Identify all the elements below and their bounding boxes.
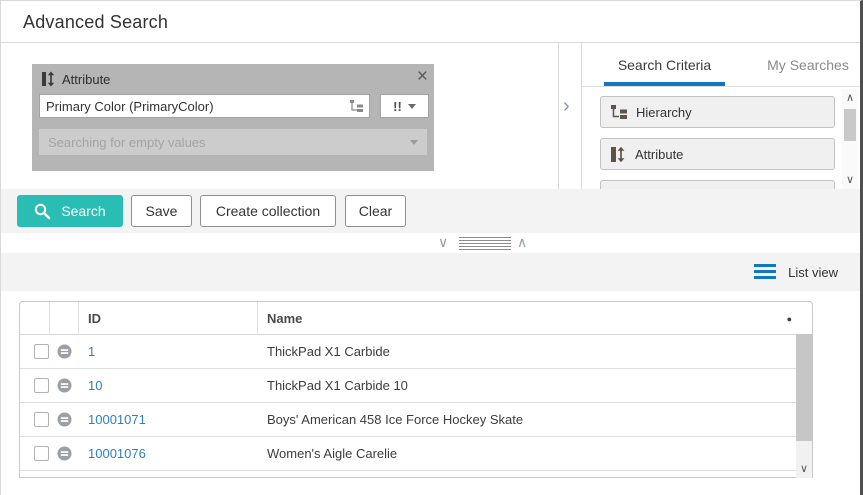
row-name: Boys' American 458 Ice Force Hockey Skat… (258, 412, 812, 427)
table-row[interactable]: 1 ThickPad X1 Carbide (20, 335, 812, 369)
table-row[interactable]: 10 ThickPad X1 Carbide 10 (20, 369, 812, 403)
search-criteria-panel: Search Criteria My Searches Hierarchy (581, 43, 860, 189)
list-view-icon[interactable] (754, 264, 776, 279)
tab-label: My Searches (767, 57, 849, 73)
criteria-button-label: Attribute (635, 147, 683, 162)
results-area: ID Name ● 1 ThickPad X1 Carbide 10 Thick… (1, 291, 860, 495)
entity-icon (57, 412, 72, 427)
create-collection-button[interactable]: Create collection (200, 195, 336, 227)
panel-splitter: ∨ ∧ (1, 233, 860, 253)
criteria-input-row: Primary Color (PrimaryColor) !! (32, 94, 434, 118)
header-id[interactable]: ID (79, 302, 258, 334)
attribute-icon (42, 71, 56, 87)
sort-indicator-icon[interactable]: ● (787, 314, 792, 324)
save-button[interactable]: Save (131, 195, 192, 227)
tab-search-criteria[interactable]: Search Criteria (604, 43, 725, 86)
attribute-criteria-card: Attribute × Primary Color (PrimaryColor) (32, 64, 434, 171)
row-name: ThickPad X1 Carbide (258, 344, 812, 359)
value-dropdown-disabled[interactable]: Searching for empty values (39, 129, 427, 155)
row-checkbox[interactable] (34, 412, 49, 427)
collapse-up-icon[interactable]: ∧ (517, 234, 527, 251)
entity-icon (57, 344, 72, 359)
save-button-label: Save (146, 203, 178, 219)
criteria-button-label: Hierarchy (636, 105, 692, 120)
table-row[interactable]: 10001077 Children's Kelty Minnow (20, 471, 812, 478)
results-table: ID Name ● 1 ThickPad X1 Carbide 10 Thick… (19, 301, 813, 478)
splitter-grip[interactable] (459, 237, 511, 250)
search-button[interactable]: Search (17, 195, 123, 227)
criteria-button-hierarchy[interactable]: Hierarchy (600, 96, 835, 128)
tab-my-searches[interactable]: My Searches (765, 43, 851, 86)
panel-tabs: Search Criteria My Searches (582, 43, 860, 87)
chevron-down-icon (410, 140, 418, 145)
page-header: Advanced Search (1, 1, 860, 43)
create-collection-label: Create collection (216, 203, 320, 219)
criteria-button-partial[interactable] (600, 180, 835, 189)
attribute-icon (611, 146, 626, 163)
value-placeholder: Searching for empty values (48, 135, 410, 150)
hierarchy-icon[interactable] (350, 100, 363, 113)
search-button-label: Search (61, 203, 105, 219)
header-select-column (20, 302, 50, 334)
hierarchy-icon (611, 104, 627, 120)
collapse-down-icon[interactable]: ∨ (438, 234, 448, 251)
row-id-link[interactable]: 10001076 (88, 446, 146, 461)
criteria-button-attribute[interactable]: Attribute (600, 138, 835, 170)
header-type-column (50, 302, 79, 334)
chevron-right-icon[interactable]: › (563, 95, 570, 118)
page-title: Advanced Search (23, 12, 168, 33)
criteria-panel: Attribute × Primary Color (PrimaryColor) (1, 43, 559, 189)
clear-button-label: Clear (359, 203, 392, 219)
panel-gutter: › (560, 43, 581, 189)
criteria-card-header: Attribute × (32, 64, 434, 94)
close-icon[interactable]: × (417, 66, 428, 88)
operator-dropdown-button[interactable]: !! (380, 94, 429, 118)
table-row[interactable]: 10001071 Boys' American 458 Ice Force Ho… (20, 403, 812, 437)
row-id-link[interactable]: 10001071 (88, 412, 146, 427)
scrollbar-thumb[interactable] (844, 109, 856, 141)
results-scrollbar[interactable]: ∨ (796, 334, 812, 478)
active-tab-underline (604, 82, 725, 86)
search-icon (34, 203, 51, 220)
tab-label: Search Criteria (618, 57, 711, 73)
row-id-link[interactable]: 10 (88, 378, 102, 393)
table-header: ID Name ● (20, 302, 812, 335)
table-row[interactable]: 10001076 Women's Aigle Carelie (20, 437, 812, 471)
header-name-label: Name (267, 311, 302, 326)
view-options-band: List view (1, 253, 860, 291)
row-name: ThickPad X1 Carbide 10 (258, 378, 812, 393)
scroll-up-icon[interactable]: ∧ (842, 91, 858, 105)
row-id-link[interactable]: 1 (88, 344, 95, 359)
criteria-type-label: Attribute (62, 72, 110, 87)
row-checkbox[interactable] (34, 344, 49, 359)
attribute-field-input[interactable]: Primary Color (PrimaryColor) (39, 94, 370, 118)
list-view-label[interactable]: List view (788, 265, 838, 280)
row-checkbox[interactable] (34, 378, 49, 393)
advanced-search-window: Advanced Search Attribute × Primary C (0, 0, 863, 495)
search-toolbar: Search Save Create collection Clear (1, 189, 860, 233)
scrollbar-thumb[interactable] (796, 334, 812, 441)
clear-button[interactable]: Clear (345, 195, 406, 227)
scroll-down-icon[interactable]: ∨ (796, 462, 812, 475)
header-name[interactable]: Name ● (258, 302, 812, 334)
row-name: Women's Aigle Carelie (258, 446, 812, 461)
entity-icon (57, 446, 72, 461)
panel-scrollbar[interactable]: ∧ ∨ (842, 89, 858, 189)
entity-icon (57, 378, 72, 393)
chevron-down-icon (408, 104, 416, 109)
scroll-down-icon[interactable]: ∨ (842, 173, 858, 187)
row-checkbox[interactable] (34, 446, 49, 461)
attribute-field-value: Primary Color (PrimaryColor) (46, 99, 350, 114)
operator-value: !! (393, 99, 402, 114)
